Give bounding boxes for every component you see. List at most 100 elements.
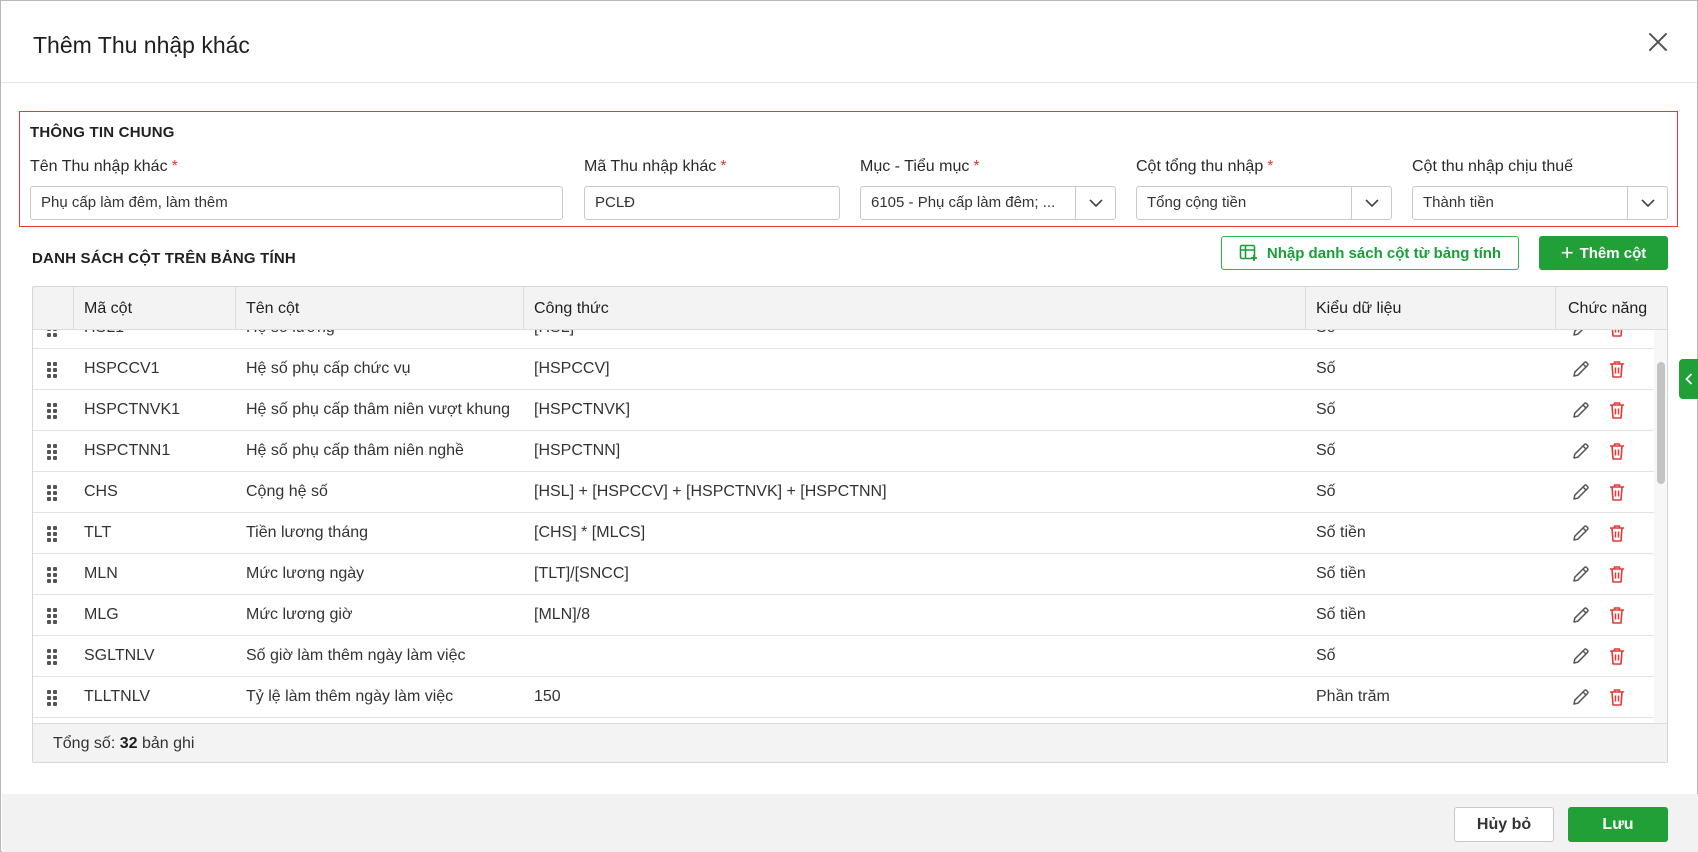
cell-code: HSPCTNVK1 [84, 401, 181, 418]
edit-icon[interactable] [1571, 359, 1591, 379]
cell-code: MLN [84, 565, 118, 582]
scrollbar-thumb[interactable] [1657, 362, 1665, 484]
table-row[interactable]: HSL1 Hệ số lương [HSL] Số [33, 330, 1654, 349]
total-count: 32 [119, 735, 138, 752]
table-header: Mã cột Tên cột Công thức Kiểu dữ liệu Ch… [33, 287, 1667, 330]
delete-icon[interactable] [1607, 482, 1627, 502]
cell-name: Hệ số phụ cấp thâm niên nghề [246, 442, 464, 459]
header-formula[interactable]: Công thức [523, 287, 1305, 330]
cell-code: TLT [84, 524, 112, 541]
chevron-down-icon[interactable] [1627, 187, 1667, 219]
cell-formula: [HSPCTNVK] [534, 401, 631, 418]
total-suffix: bản ghi [141, 735, 195, 752]
edit-icon[interactable] [1571, 564, 1591, 584]
cell-type: Số tiền [1316, 524, 1366, 541]
delete-icon[interactable] [1607, 330, 1627, 338]
close-icon [1649, 33, 1667, 51]
delete-icon[interactable] [1607, 400, 1627, 420]
cell-name: Hệ số phụ cấp thâm niên vượt khung [246, 401, 511, 418]
delete-icon[interactable] [1607, 359, 1627, 379]
header-code[interactable]: Mã cột [73, 287, 235, 330]
table-scrollbar[interactable] [1654, 330, 1667, 723]
edit-icon[interactable] [1571, 330, 1591, 338]
table-row[interactable]: TLT Tiền lương tháng [CHS] * [MLCS] Số tiền [33, 513, 1654, 554]
dialog-title: Thêm Thu nhập khác [33, 32, 250, 58]
edit-icon[interactable] [1571, 605, 1591, 625]
cell-code: HSL1 [84, 330, 234, 348]
delete-icon[interactable] [1607, 441, 1627, 461]
header-type[interactable]: Kiểu dữ liệu [1305, 287, 1555, 330]
chevron-down-icon[interactable] [1075, 187, 1115, 219]
table-row[interactable]: HSPCCV1 Hệ số phụ cấp chức vụ [HSPCCV] Số [33, 349, 1654, 390]
table-row[interactable]: MLG Mức lương giờ [MLN]/8 Số tiền [33, 595, 1654, 636]
cell-type: Số tiền [1316, 606, 1366, 623]
code-input[interactable]: PCLĐ [584, 186, 840, 220]
edit-icon[interactable] [1571, 687, 1591, 707]
edit-icon[interactable] [1571, 400, 1591, 420]
cell-name: Tỷ lệ làm thêm ngày làm việc [246, 688, 454, 705]
required-mark: * [1267, 158, 1274, 175]
code-label: Mã Thu nhập khác * [584, 158, 727, 175]
table-row[interactable]: TLLTNLV Tỷ lệ làm thêm ngày làm việc 150 Ph… [33, 677, 1654, 718]
add-other-income-dialog: Thêm Thu nhập khác THÔNG TIN CHUNG Tên T… [0, 0, 1698, 852]
category-select[interactable]: 6105 - Phụ cấp làm đêm; ... [860, 186, 1116, 220]
drag-handle-icon[interactable] [47, 526, 57, 542]
add-column-button[interactable]: + Thêm cột [1539, 236, 1668, 270]
table-row[interactable]: HSPCTNN1 Hệ số phụ cấp thâm niên nghề [HSP… [33, 431, 1654, 472]
category-select-value: 6105 - Phụ cấp làm đêm; ... [871, 194, 1056, 211]
dialog-footer [2, 794, 1698, 852]
side-panel-toggle[interactable] [1679, 359, 1698, 399]
column-list-title: DANH SÁCH CỘT TRÊN BẢNG TÍNH [32, 250, 296, 267]
cell-type: Số [1316, 483, 1336, 500]
cell-code: HSPCCV1 [84, 360, 160, 377]
cell-type: Phần trăm [1316, 688, 1390, 705]
drag-handle-icon[interactable] [47, 608, 57, 624]
cell-formula: [HSL] [534, 330, 1304, 348]
header-name[interactable]: Tên cột [235, 287, 523, 330]
edit-icon[interactable] [1571, 441, 1591, 461]
name-input[interactable]: Phụ cấp làm đêm, làm thêm [30, 186, 563, 220]
table-row[interactable]: MLN Mức lương ngày [TLT]/[SNCC] Số tiền [33, 554, 1654, 595]
table-footer: Tổng số: 32 bản ghi [33, 723, 1667, 762]
cell-formula: [MLN]/8 [534, 606, 591, 623]
total-prefix: Tổng số: [53, 735, 116, 752]
edit-icon[interactable] [1571, 646, 1591, 666]
cell-formula: [CHS] * [MLCS] [534, 524, 646, 541]
drag-handle-icon[interactable] [47, 649, 57, 665]
header-actions: Chức năng [1555, 287, 1667, 330]
drag-handle-icon[interactable] [47, 690, 57, 706]
cell-code: CHS [84, 483, 118, 500]
total-column-select-value: Tổng cộng tiền [1147, 194, 1247, 211]
cell-type: Số [1316, 647, 1336, 664]
table-row[interactable]: HSPCTNVK1 Hệ số phụ cấp thâm niên vượt kh… [33, 390, 1654, 431]
spreadsheet-icon [1239, 244, 1257, 261]
drag-handle-icon[interactable] [47, 330, 57, 337]
total-column-select[interactable]: Tổng cộng tiền [1136, 186, 1392, 220]
name-label: Tên Thu nhập khác * [30, 158, 178, 175]
edit-icon[interactable] [1571, 523, 1591, 543]
table-row[interactable]: SGLTNLV Số giờ làm thêm ngày làm việc Số [33, 636, 1654, 677]
delete-icon[interactable] [1607, 523, 1627, 543]
close-button[interactable] [1643, 27, 1673, 57]
drag-handle-icon[interactable] [47, 403, 57, 419]
delete-icon[interactable] [1607, 646, 1627, 666]
category-label: Mục - Tiểu mục * [860, 158, 980, 175]
drag-handle-icon[interactable] [47, 444, 57, 460]
drag-handle-icon[interactable] [47, 567, 57, 583]
general-info-section: THÔNG TIN CHUNG Tên Thu nhập khác * Phụ c… [19, 111, 1678, 227]
chevron-down-icon[interactable] [1351, 187, 1391, 219]
edit-icon[interactable] [1571, 482, 1591, 502]
taxable-column-select[interactable]: Thành tiền [1412, 186, 1668, 220]
cancel-button[interactable]: Hủy bỏ [1454, 807, 1554, 842]
delete-icon[interactable] [1607, 687, 1627, 707]
drag-handle-icon[interactable] [47, 362, 57, 378]
delete-icon[interactable] [1607, 605, 1627, 625]
delete-icon[interactable] [1607, 564, 1627, 584]
import-columns-button[interactable]: Nhập danh sách cột từ bảng tính [1221, 236, 1519, 270]
save-button[interactable]: Lưu [1568, 807, 1668, 842]
taxable-column-select-value: Thành tiền [1423, 194, 1494, 211]
import-columns-label: Nhập danh sách cột từ bảng tính [1266, 244, 1502, 262]
drag-handle-icon[interactable] [47, 485, 57, 501]
table-row[interactable]: CHS Cộng hệ số [HSL] + [HSPCCV] + [HSPCTNV… [33, 472, 1654, 513]
taxable-column-label: Cột thu nhập chịu thuế [1412, 158, 1574, 175]
